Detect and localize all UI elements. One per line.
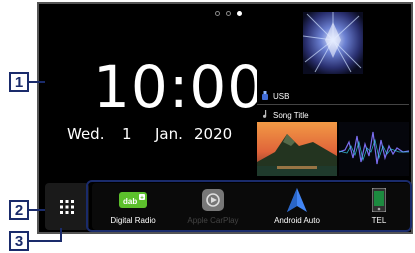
- callout-leader: [29, 81, 45, 83]
- page-dot: [226, 11, 231, 16]
- music-note-icon: [262, 110, 268, 120]
- callout-leader: [29, 240, 61, 242]
- page-dot-active: [237, 11, 242, 16]
- page-indicator: [215, 11, 242, 16]
- photo-tile[interactable]: [257, 122, 337, 176]
- music-source-row: USB: [262, 91, 289, 102]
- clock-weekday: Wed.: [67, 125, 105, 143]
- callout-3: 3: [9, 231, 29, 251]
- music-title-row: Song Title: [262, 110, 309, 120]
- visualizer-tile[interactable]: [339, 122, 409, 176]
- callout-leader: [29, 209, 45, 211]
- song-title: Song Title: [273, 110, 309, 120]
- clock-day: 1: [122, 125, 132, 143]
- callout-leader: [60, 228, 62, 242]
- app-menu-button[interactable]: [45, 183, 89, 230]
- clock-minutes: 00: [189, 53, 266, 121]
- clock-hours: 10: [93, 53, 169, 121]
- launcher-highlight: [86, 180, 412, 232]
- clock-separator: :: [168, 53, 190, 121]
- callout-2: 2: [9, 200, 29, 220]
- clock-year: 2020: [194, 125, 233, 143]
- album-art: [303, 12, 363, 74]
- usb-icon: [262, 91, 268, 102]
- callout-1: 1: [9, 72, 29, 92]
- clock-time: 10:00: [93, 58, 265, 116]
- page-dot: [215, 11, 220, 16]
- divider: [257, 104, 409, 105]
- grid-icon: [60, 199, 74, 214]
- music-source-label: USB: [273, 92, 290, 101]
- clock-month: Jan.: [155, 125, 183, 143]
